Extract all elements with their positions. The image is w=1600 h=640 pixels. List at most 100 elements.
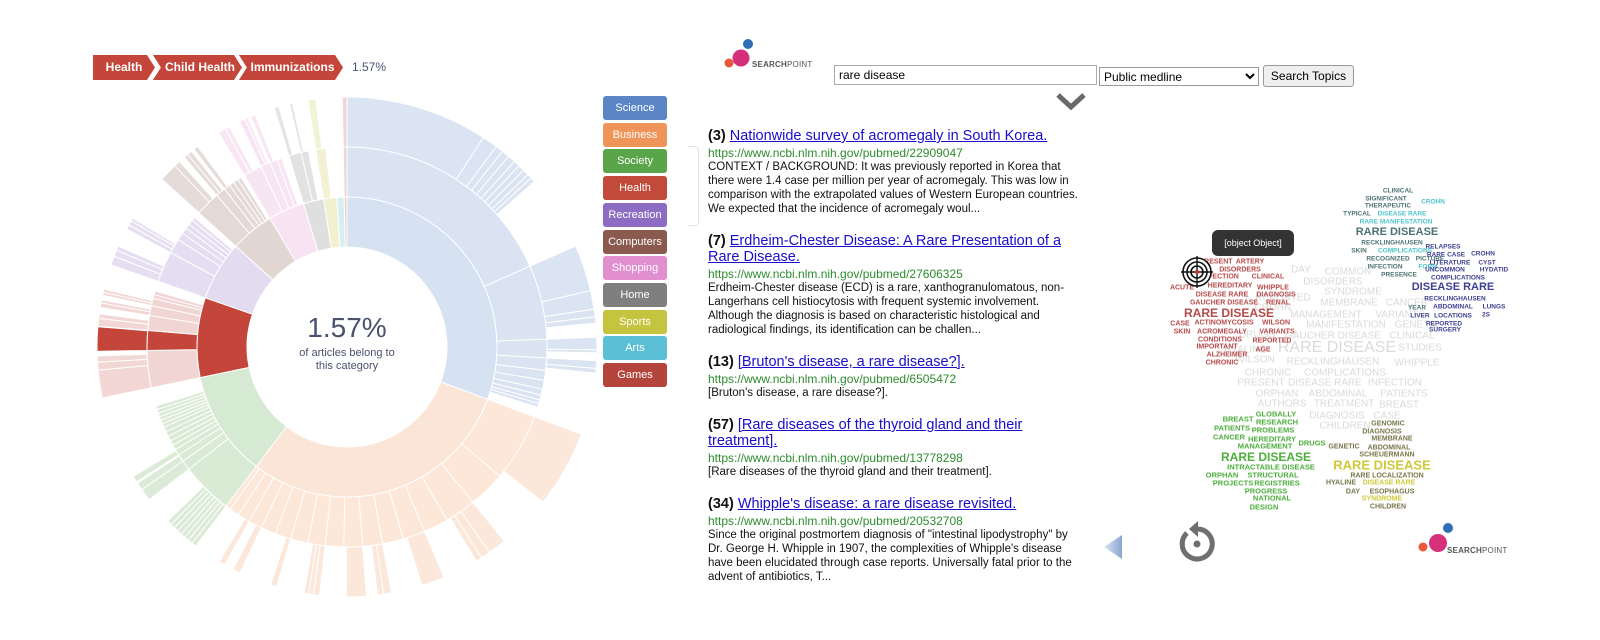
word-cloud-term[interactable]: RARE CASE [1427,252,1465,259]
word-cloud-term[interactable]: AGE [1255,347,1270,354]
result-title-link[interactable]: [Rare diseases of the thyroid gland and … [708,417,1022,449]
legend-item-computers[interactable]: Computers [603,229,667,254]
sunburst-leafslice-business[interactable] [406,530,445,587]
sunburst-subslice-sports[interactable] [315,147,332,200]
word-cloud-term[interactable]: SURGERY [1429,327,1461,334]
legend-item-health[interactable]: Health [603,176,667,201]
word-cloud-term[interactable]: COMPLICATIONS [1378,248,1432,255]
result-url[interactable]: https://www.ncbi.nlm.nih.gov/pubmed/2053… [708,514,1080,528]
word-cloud-term[interactable]: INFECTION [1368,378,1422,389]
word-cloud-term[interactable]: UNCOMMON [1425,267,1465,274]
sunburst-leafslice-home[interactable] [288,102,305,153]
word-cloud-term[interactable]: HYDATID [1480,267,1508,274]
search-input[interactable] [834,65,1097,85]
word-cloud-term[interactable]: RARE MANIFESTATION [1360,219,1433,226]
word-cloud-term[interactable]: DAY [1291,265,1311,276]
legend-item-sports[interactable]: Sports [603,309,667,334]
result-url[interactable]: https://www.ncbi.nlm.nih.gov/pubmed/2760… [708,267,1080,281]
word-cloud-term[interactable]: RECKLINGHAUSEN [1287,357,1380,368]
word-cloud-term[interactable]: RECKLINGHAUSEN [1361,240,1422,247]
word-cloud-term[interactable]: CANCER [1213,433,1245,442]
word-cloud-term[interactable]: WHIPPLE [1394,358,1439,369]
word-cloud-term[interactable]: SYNDROME [1324,287,1382,298]
sunburst-slice-games[interactable] [343,196,348,248]
sunburst-leafslice-sports[interactable] [307,98,323,151]
word-cloud-term[interactable]: ESOPHAGUS [1370,489,1415,496]
word-cloud-term[interactable]: ABDOMINAL [1433,304,1473,311]
word-cloud-term[interactable]: INFECTION [1367,264,1402,271]
word-cloud-term[interactable]: AUTHORS [1258,399,1307,410]
word-cloud-term[interactable]: BREAST [1223,415,1254,424]
sunburst-leafslice-science[interactable] [546,348,598,354]
sunburst-leafslice-games[interactable] [341,96,348,148]
word-cloud-term[interactable]: THERAPEUTIC [1365,203,1411,210]
word-cloud-term[interactable]: CYST [1478,260,1495,267]
word-cloud-term[interactable]: CONDITIONS [1198,337,1242,344]
word-cloud-term[interactable]: LUNGS [1483,304,1506,311]
word-cloud-term[interactable]: CROHN [1421,199,1445,206]
word-cloud-term[interactable]: DRUGS [1298,439,1325,448]
word-cloud-term[interactable]: RECKLINGHAUSEN [1424,296,1485,303]
word-cloud-term[interactable]: SIGNIFICANT [1365,196,1407,203]
result-title-link[interactable]: [Bruton's disease, a rare disease?]. [738,354,965,370]
word-cloud-term[interactable]: 2S [1482,312,1490,319]
word-cloud-term[interactable]: MANIFESTATION [1306,320,1386,331]
legend-item-science[interactable]: Science [603,96,667,120]
back-arrow-icon[interactable] [1102,532,1124,562]
word-cloud-term[interactable]: SYNDROME [1362,496,1402,503]
word-cloud-term[interactable]: RELAPSES [1425,244,1460,251]
result-title-link[interactable]: Nationwide survey of acromegaly in South… [730,128,1048,144]
sunburst-leafslice-business[interactable] [269,536,292,588]
word-cloud-term[interactable]: CLINICAL [1383,188,1413,195]
sunburst-subslice-health[interactable] [146,349,201,389]
word-cloud-term[interactable]: DISEASE RARE [1378,211,1427,218]
sunburst-subslice-games[interactable] [342,146,348,198]
word-cloud-term[interactable]: PRESENCE [1381,272,1417,279]
word-cloud-term[interactable]: RARE DISEASE [1356,226,1439,238]
word-cloud-term[interactable]: DESIGN [1250,503,1279,512]
word-cloud-term[interactable]: ACTINOMYCOSIS [1194,320,1253,327]
word-cloud-term[interactable]: MEMBRANE [1320,298,1378,309]
word-cloud-term[interactable]: DISEASE RARE [1196,292,1249,299]
sunburst-leafslice-health[interactable] [96,326,149,352]
sunburst-leafslice-health[interactable] [97,364,152,399]
word-cloud-term[interactable]: ALZHEIMER [1207,352,1248,359]
word-cloud-term[interactable]: YEAR [1408,305,1426,312]
word-cloud-term[interactable]: SKIN [1174,329,1191,336]
word-cloud-term[interactable]: GENOMIC [1371,421,1404,428]
word-cloud-term[interactable]: RARE DISEASE [1184,306,1274,320]
word-cloud-term[interactable]: ABDOMINAL [1368,445,1411,452]
refresh-icon[interactable] [1176,520,1220,566]
word-cloud-term[interactable]: PRESENT [1237,378,1284,389]
word-cloud-term[interactable]: TYPICAL [1343,211,1371,218]
target-cursor-icon[interactable] [1181,256,1213,288]
word-cloud-term[interactable]: TREATMENT [1314,399,1374,410]
word-cloud-term[interactable]: RARE LOCALIZATION [1350,473,1423,480]
word-cloud-term[interactable]: DISORDERS [1219,267,1261,274]
source-select[interactable]: Public medline [1099,67,1259,86]
word-cloud-term[interactable]: LOCATIONS [1434,313,1472,320]
word-cloud-term[interactable]: GENETIC [1328,444,1359,451]
word-cloud-term[interactable]: RECOGNIZED [1366,256,1409,263]
word-cloud-term[interactable]: IMPORTANT [1196,344,1237,351]
legend-item-games[interactable]: Games [603,363,667,387]
word-cloud-term[interactable]: MEMBRANE [1371,436,1412,443]
word-cloud-term[interactable]: LIVER [1410,313,1429,320]
word-cloud-term[interactable]: VARIANTS [1259,329,1294,336]
word-cloud-term[interactable]: RARE DISEASE [1333,458,1431,473]
legend-item-home[interactable]: Home [603,282,667,307]
legend-item-society[interactable]: Society [603,149,667,174]
result-title-link[interactable]: Whipple's disease: a rare disease revisi… [738,496,1016,512]
word-cloud-term[interactable]: HEREDITARY [1208,283,1253,290]
word-cloud-term[interactable]: LITERATURE [1430,260,1471,267]
word-cloud-term[interactable]: ARTERY [1236,259,1265,266]
word-cloud-term[interactable]: PATIENTS [1380,389,1427,400]
word-cloud-term[interactable]: CHILDREN [1370,504,1406,511]
legend-item-business[interactable]: Business [603,122,667,147]
word-cloud-term[interactable]: DISEASE RARE [1412,281,1495,293]
result-title-link[interactable]: Erdheim-Chester Disease: A Rare Presenta… [708,233,1061,265]
word-cloud-term[interactable]: DISEASE RARE [1288,378,1362,389]
word-cloud-term[interactable]: PROBLEMS [1252,426,1295,435]
word-cloud-term[interactable]: CASE [1170,321,1189,328]
result-url[interactable]: https://www.ncbi.nlm.nih.gov/pubmed/6505… [708,372,1080,386]
